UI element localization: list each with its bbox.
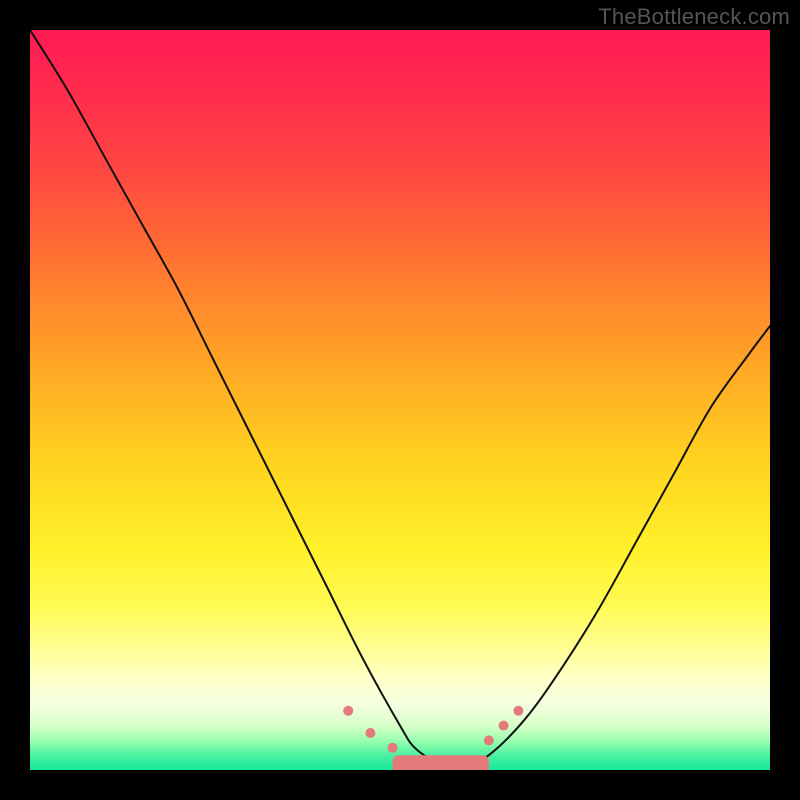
curve-marker: [499, 721, 509, 731]
curve-marker: [343, 706, 353, 716]
curve-marker: [513, 706, 523, 716]
curve-marker: [365, 728, 375, 738]
optimal-zone-bar: [393, 755, 489, 770]
curve-marker: [484, 735, 494, 745]
chart-frame: TheBottleneck.com: [0, 0, 800, 800]
right-curve: [459, 326, 770, 770]
curve-overlay: [30, 30, 770, 770]
curve-marker: [388, 743, 398, 753]
watermark-text: TheBottleneck.com: [598, 4, 790, 30]
plot-area: [30, 30, 770, 770]
left-curve: [30, 30, 459, 770]
curve-markers: [343, 706, 523, 753]
